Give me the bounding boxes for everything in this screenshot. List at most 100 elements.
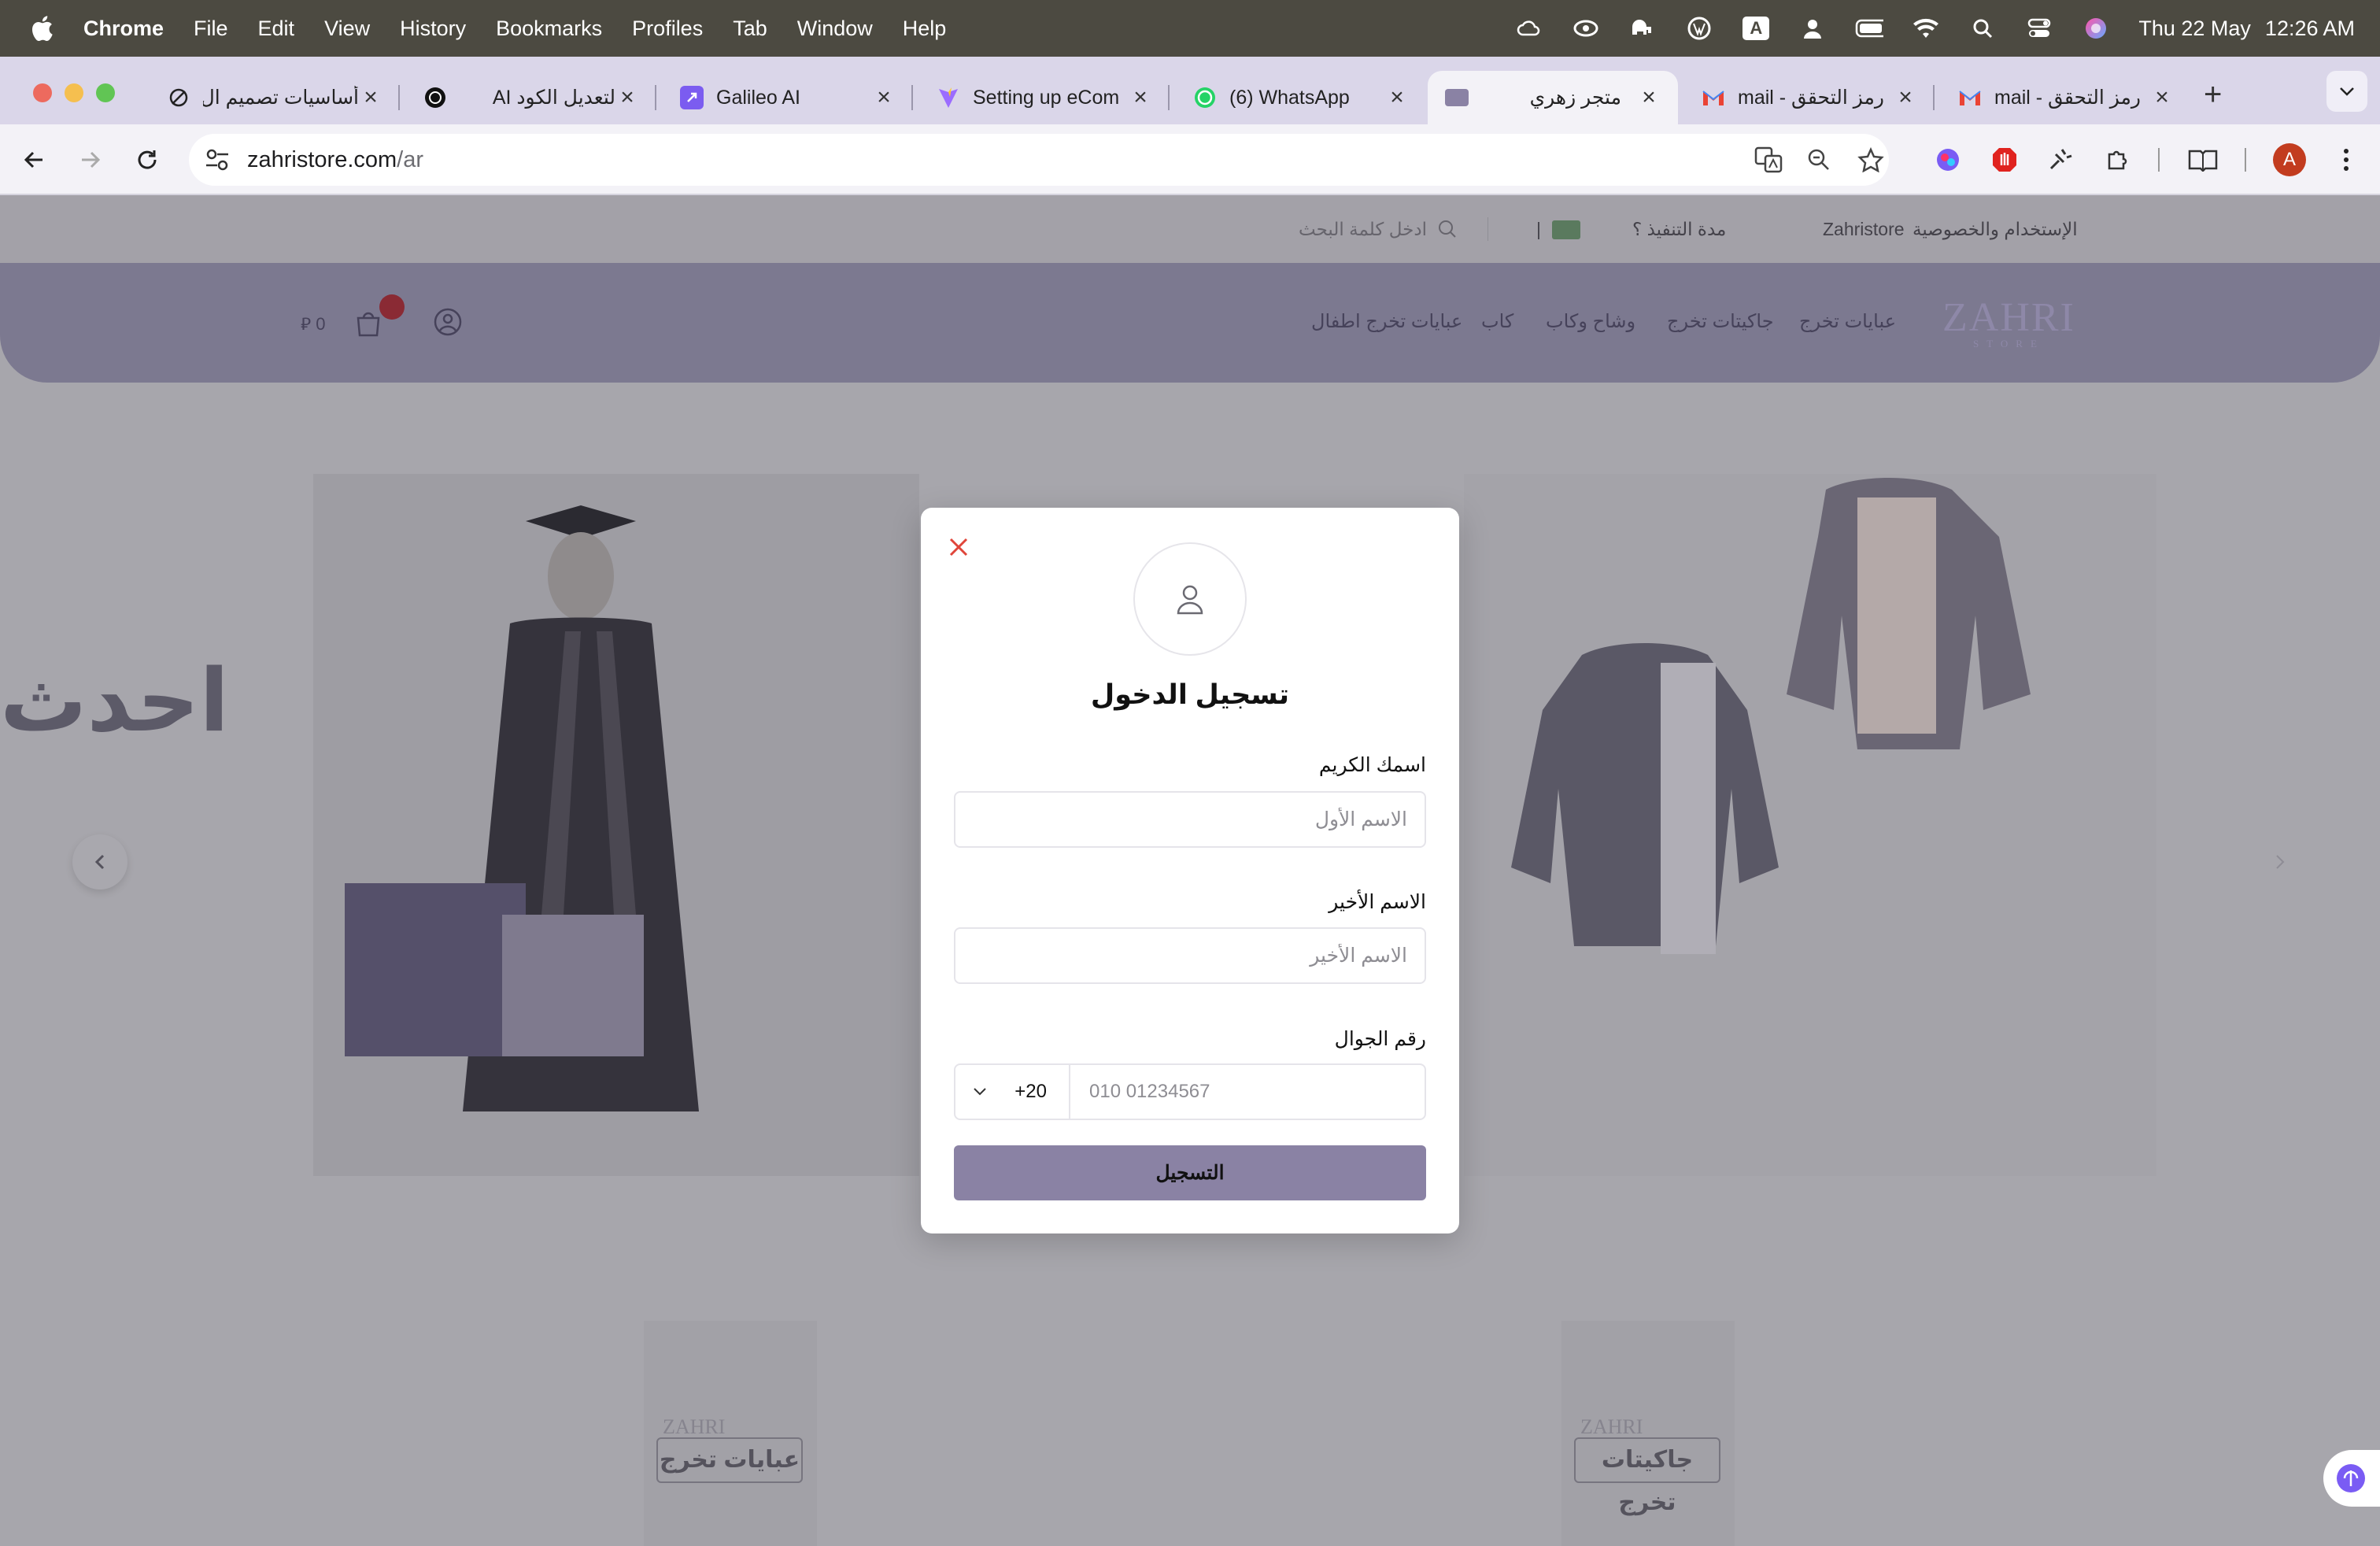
zoom-icon[interactable]	[1801, 142, 1837, 178]
forward-icon[interactable]	[72, 142, 109, 178]
account-icon[interactable]	[433, 307, 463, 341]
nav-kids-gowns[interactable]: عبايات تخرج اطفال	[1311, 310, 1462, 333]
tab-close-icon[interactable]: ×	[1129, 84, 1152, 111]
hero-jackets-image	[1464, 474, 2156, 1176]
wifi-icon[interactable]	[1912, 14, 1940, 43]
chevron-left-icon	[94, 854, 105, 870]
phone-field: +20	[954, 1063, 1426, 1120]
adblock-icon[interactable]	[1986, 142, 2023, 178]
battery-icon[interactable]	[1855, 14, 1884, 43]
user-icon[interactable]	[1798, 14, 1827, 43]
category-card-gowns[interactable]: ZAHRI عبايات تخرج	[644, 1321, 817, 1546]
menu-profiles[interactable]: Profiles	[632, 17, 703, 41]
tab-ecom-setup[interactable]: Setting up eCom ×	[919, 71, 1170, 124]
adobe-cloud-icon[interactable]	[1515, 14, 1543, 43]
reload-icon[interactable]	[129, 142, 165, 178]
tab-close-icon[interactable]: ×	[615, 84, 639, 111]
tab-gmail-2[interactable]: رمز التحقق - mail ×	[1941, 71, 2191, 124]
tab-ai-code[interactable]: لتعديل الكود AI ×	[406, 71, 656, 124]
tab-close-icon[interactable]: ×	[1637, 84, 1661, 111]
country-code-select[interactable]: +20	[955, 1065, 1070, 1119]
menu-help[interactable]: Help	[903, 17, 947, 41]
close-window-button[interactable]	[33, 83, 52, 102]
close-modal-button[interactable]	[943, 531, 974, 563]
browser-tab-strip: أساسيات تصميم ال × لتعديل الكود AI × Gal…	[0, 57, 2380, 124]
menu-app-name[interactable]: Chrome	[83, 17, 164, 41]
profile-avatar[interactable]: A	[2273, 143, 2306, 176]
first-name-input[interactable]	[954, 791, 1426, 848]
carousel-prev-button[interactable]	[72, 834, 128, 890]
menu-history[interactable]: History	[400, 17, 466, 41]
modal-title: تسجيل الدخول	[1090, 679, 1290, 710]
saudi-flag-icon[interactable]	[1552, 220, 1580, 239]
tab-close-icon[interactable]: ×	[1894, 84, 1917, 111]
site-settings-icon[interactable]	[205, 148, 230, 176]
kebab-menu-icon[interactable]	[2328, 142, 2364, 178]
nav-cap[interactable]: كاب	[1481, 310, 1513, 333]
delivery-time-link[interactable]: مدة التنفيذ ؟	[1632, 219, 1726, 240]
search-input[interactable]: ادخل كلمة البحث	[1299, 219, 1427, 240]
chevron-down-icon	[974, 1088, 986, 1096]
run-extension-icon[interactable]	[2043, 142, 2079, 178]
nav-graduation-gowns[interactable]: عبايات تخرج	[1799, 310, 1896, 333]
galileo-icon	[680, 86, 704, 109]
apple-menu-icon[interactable]	[28, 13, 55, 44]
carousel-next-button[interactable]	[2252, 834, 2308, 890]
brain-icon	[2337, 1464, 2365, 1492]
bookmark-star-icon[interactable]	[1853, 142, 1889, 178]
category-card-jackets[interactable]: ZAHRI جاكيتات تخرج	[1561, 1321, 1735, 1546]
address-bar[interactable]: zahristore.com/ar	[189, 134, 1889, 186]
floating-ai-button[interactable]	[2323, 1450, 2380, 1507]
nav-sash-cap[interactable]: وشاح وكاب	[1546, 310, 1635, 333]
tab-whatsapp[interactable]: (6) WhatsApp ×	[1176, 71, 1426, 124]
zahri-logo[interactable]: ZAHRI STORE	[1942, 294, 2075, 350]
tab-zahri-store[interactable]: متجر زهري ×	[1428, 71, 1678, 124]
wordpress-icon[interactable]	[1685, 14, 1713, 43]
tab-close-icon[interactable]: ×	[359, 84, 382, 111]
extensions-puzzle-icon[interactable]	[2100, 142, 2136, 178]
terms-link[interactable]: الإستخدام والخصوصية	[1913, 219, 2078, 240]
tab-search-button[interactable]	[2326, 71, 2367, 112]
last-name-input[interactable]	[954, 927, 1426, 984]
minimize-window-button[interactable]	[65, 83, 83, 102]
menu-tab[interactable]: Tab	[733, 17, 767, 41]
gemini-extension-icon[interactable]	[1930, 142, 1966, 178]
login-modal: تسجيل الدخول اسمك الكريم الاسم الأخير رق…	[921, 508, 1459, 1233]
elephant-app-icon[interactable]	[1628, 14, 1657, 43]
menu-bookmarks[interactable]: Bookmarks	[496, 17, 602, 41]
graduation-jackets-photo	[1511, 478, 2031, 954]
reading-list-icon[interactable]	[2185, 142, 2221, 178]
cart-icon[interactable]	[354, 309, 382, 341]
brand-link[interactable]: Zahristore	[1823, 219, 1905, 240]
menu-window[interactable]: Window	[797, 17, 873, 41]
gmail-icon	[1702, 86, 1725, 109]
logo-text: ZAHRI	[1942, 295, 2075, 340]
menu-file[interactable]: File	[194, 17, 228, 41]
zoom-window-button[interactable]	[96, 83, 115, 102]
siri-icon[interactable]	[2082, 14, 2110, 43]
tab-close-icon[interactable]: ×	[872, 84, 896, 111]
currency-separator: |	[1536, 219, 1541, 239]
back-icon[interactable]	[16, 142, 52, 178]
tab-galileo[interactable]: Galileo AI ×	[663, 71, 913, 124]
input-source-icon[interactable]: A	[1742, 14, 1770, 43]
url-path: /ar	[397, 147, 424, 172]
spotlight-search-icon[interactable]	[1968, 14, 1997, 43]
tab-close-icon[interactable]: ×	[2150, 84, 2174, 111]
tab-gmail-1[interactable]: رمز التحقق - mail ×	[1684, 71, 1935, 124]
menu-view[interactable]: View	[324, 17, 370, 41]
nav-graduation-jackets[interactable]: جاكيتات تخرج	[1667, 310, 1774, 333]
phone-input[interactable]	[1070, 1065, 1425, 1119]
site-header: ZAHRI STORE عبايات تخرج جاكيتات تخرج وشاح…	[0, 263, 2380, 383]
user-icon	[1177, 585, 1203, 615]
new-tab-icon[interactable]: +	[2204, 77, 2222, 113]
tab-ai-design[interactable]: أساسيات تصميم ال ×	[150, 71, 400, 124]
translate-icon[interactable]	[1750, 142, 1787, 178]
register-button[interactable]: التسجيل	[954, 1145, 1426, 1200]
control-center-icon[interactable]	[2025, 14, 2053, 43]
menu-edit[interactable]: Edit	[258, 17, 295, 41]
hero-headline: احدث	[0, 653, 230, 749]
creative-cloud-icon[interactable]	[1572, 14, 1600, 43]
url-host: zahristore.com	[247, 147, 397, 172]
tab-close-icon[interactable]: ×	[1385, 84, 1409, 111]
